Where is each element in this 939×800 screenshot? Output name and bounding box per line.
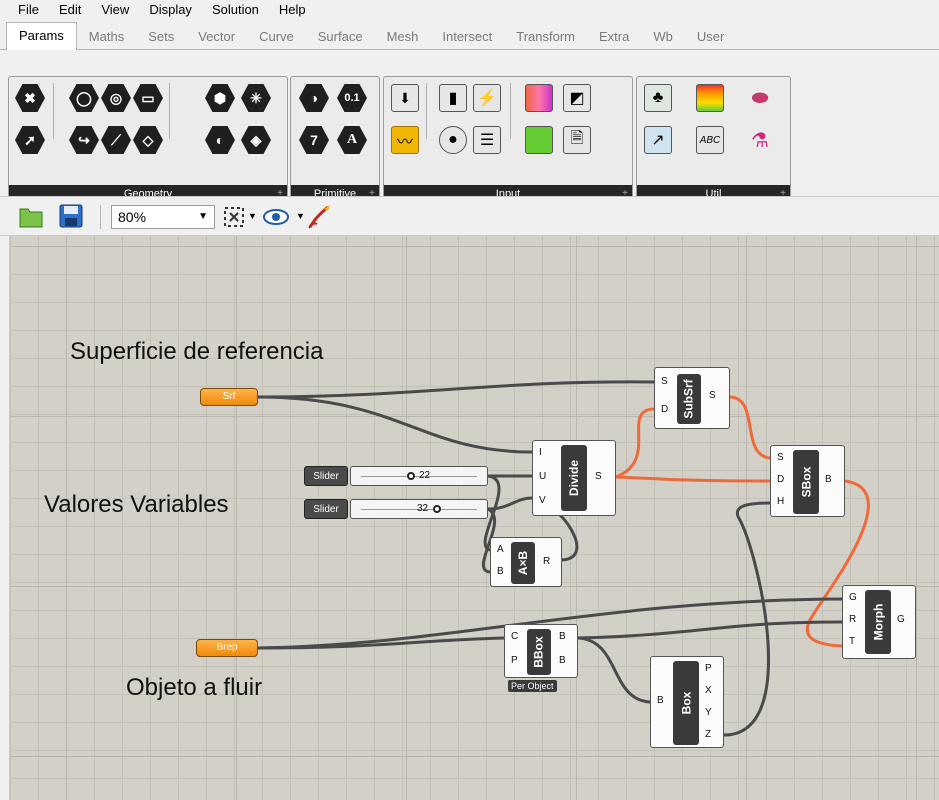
pin-d: D — [661, 404, 669, 415]
sbox-component[interactable]: S D H SBox B — [770, 445, 845, 517]
box-component[interactable]: B Box P X Y Z — [650, 656, 724, 748]
pin-b-out: B — [559, 655, 566, 666]
pin-v: V — [539, 495, 546, 506]
pin-x-out: X — [705, 685, 712, 696]
pin-z-out: Z — [705, 729, 712, 740]
bounding-box-title: BBox — [532, 636, 546, 668]
wire — [577, 636, 651, 704]
pin-r: R — [849, 614, 857, 625]
pin-b-out: B — [825, 474, 832, 485]
label-variables: Valores Variables — [44, 491, 229, 518]
pin-a: A — [497, 544, 504, 555]
pin-y-out: Y — [705, 707, 712, 718]
slider-label: Slider — [304, 499, 348, 519]
bounding-box-caption: Per Object — [508, 680, 557, 692]
slider-grip[interactable] — [433, 505, 441, 513]
pin-b: B — [657, 695, 664, 706]
srf-label: Srf — [222, 391, 236, 402]
wire — [615, 475, 771, 483]
label-surface: Superficie de referencia — [70, 338, 324, 365]
divide-title: Divide — [567, 459, 582, 497]
wire — [577, 620, 843, 640]
number-slider[interactable]: Slider 32 — [304, 499, 488, 519]
pin-p-out: P — [705, 663, 712, 674]
pin-h: H — [777, 496, 785, 507]
pin-u: U — [539, 471, 547, 482]
subsrf-component[interactable]: S D SubSrf S — [654, 367, 730, 429]
wire — [615, 407, 655, 479]
slider-grip[interactable] — [407, 472, 415, 480]
pin-d: D — [777, 474, 785, 485]
sbox-title: SBox — [799, 466, 813, 498]
brep-param[interactable]: Brep — [196, 639, 258, 657]
pin-p: P — [511, 655, 518, 666]
bounding-box-component[interactable]: C P BBox B B — [504, 624, 578, 678]
subsrf-title: SubSrf — [682, 379, 696, 419]
pin-s-out: S — [709, 390, 716, 401]
slider-track[interactable]: 32 — [350, 499, 488, 519]
slider-value: 32 — [417, 503, 429, 514]
box-title: Box — [678, 691, 693, 715]
slider-track[interactable]: 22 — [350, 466, 488, 486]
pin-r-out: R — [543, 556, 551, 567]
pin-g: G — [849, 592, 857, 603]
pin-b-out: B — [559, 631, 566, 642]
wire — [257, 380, 655, 399]
pin-i: I — [539, 447, 542, 458]
multiplication-title: A×B — [516, 550, 530, 576]
number-slider[interactable]: Slider 22 — [304, 466, 488, 486]
brep-label: Brep — [216, 642, 238, 653]
divide-component[interactable]: I U V Divide S — [532, 440, 616, 516]
slider-value: 22 — [419, 470, 431, 481]
pin-b: B — [497, 566, 504, 577]
pin-s: S — [661, 376, 668, 387]
slider-label: Slider — [304, 466, 348, 486]
pin-t: T — [849, 636, 856, 647]
pin-s-out: S — [595, 471, 602, 482]
pin-c: C — [511, 631, 519, 642]
morph-component[interactable]: G R T Morph G — [842, 585, 916, 659]
morph-title: Morph — [871, 603, 885, 641]
label-object: Objeto a fluir — [126, 674, 263, 701]
pin-g-out: G — [897, 614, 905, 625]
wire — [729, 395, 771, 460]
pin-s: S — [777, 452, 784, 463]
multiplication-component[interactable]: A B A×B R — [490, 537, 562, 587]
wire — [257, 395, 533, 454]
wire — [723, 501, 771, 737]
srf-param[interactable]: Srf — [200, 388, 258, 406]
